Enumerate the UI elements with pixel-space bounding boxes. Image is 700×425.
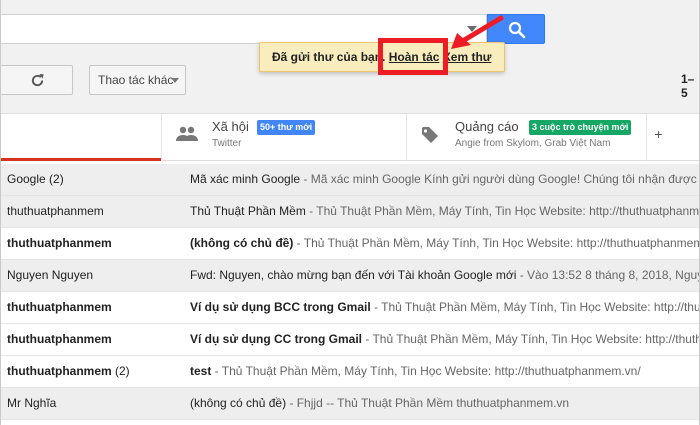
subject: (không có chủ đề): [190, 236, 294, 250]
tab-social-name: Xã hội: [212, 119, 249, 134]
email-list: Google (2) Mã xác minh Google - Mã xác m…: [1, 164, 700, 420]
snippet: - Thủ Thuật Phần Mềm, Máy Tính, Tin Học …: [305, 204, 700, 218]
sender: thuthuatphanmem: [7, 300, 112, 314]
table-row[interactable]: thuthuatphanmem (không có chủ đề) - Thủ …: [1, 228, 700, 260]
table-row[interactable]: Google (2) Mã xác minh Google - Mã xác m…: [1, 164, 699, 196]
more-actions-button[interactable]: Thao tác khác: [89, 65, 186, 95]
message-preview: test - Thủ Thuật Phần Mềm, Máy Tính, Tin…: [190, 364, 641, 378]
snippet: - Thủ Thuật Phần Mềm, Máy Tính, Tin Học …: [211, 364, 641, 378]
more-actions-label: Thao tác khác: [98, 73, 174, 87]
refresh-button[interactable]: [1, 65, 73, 95]
pager-range: 1–5: [681, 72, 695, 100]
sent-message: Đã gửi thư của bạn.: [272, 50, 386, 64]
message-preview: Thủ Thuật Phần Mềm - Thủ Thuật Phần Mềm,…: [190, 204, 700, 218]
subject: Fwd: Nguyen, chào mừng bạn đến với Tài k…: [190, 268, 517, 282]
sender: Nguyen Nguyen: [7, 268, 93, 282]
subject: test: [190, 364, 212, 378]
add-tab-button[interactable]: +: [646, 114, 670, 161]
sender-name: Nguyen Nguyen: [7, 268, 94, 282]
sender: thuthuatphanmem (2): [7, 364, 130, 378]
sender-name: thuthuatphanmem: [7, 364, 112, 378]
refresh-icon: [31, 73, 44, 87]
sender-name: Mr Nghĩa: [7, 396, 57, 410]
chevron-down-icon: [171, 78, 179, 83]
subject: Mã xác minh Google: [190, 172, 301, 186]
tab-promotions-badge: 3 cuộc trò chuyện mới: [529, 120, 632, 135]
table-row[interactable]: thuthuatphanmem Thủ Thuật Phần Mềm - Thủ…: [1, 196, 700, 228]
message-preview: Fwd: Nguyen, chào mừng bạn đến với Tài k…: [190, 268, 700, 282]
sender-name: thuthuatphanmem: [7, 300, 112, 314]
subject: Ví dụ sử dụng CC trong Gmail: [190, 332, 363, 346]
highlight-box: [378, 38, 448, 75]
sender: Mr Nghĩa: [7, 396, 56, 410]
sender: Google (2): [7, 172, 64, 186]
thread-count: (2): [49, 172, 64, 186]
subject: (không có chủ đề): [190, 396, 287, 410]
subject: Ví dụ sử dụng BCC trong Gmail: [190, 300, 371, 314]
sender-name: thuthuatphanmem: [7, 204, 104, 218]
search-options-icon[interactable]: [467, 26, 477, 32]
tab-social-sub: Twitter: [212, 138, 242, 149]
table-row[interactable]: Mr Nghĩa (không có chủ đề) - Fhjjd -- Th…: [1, 388, 699, 420]
snippet: - Thủ Thuật Phần Mềm, Máy Tính, Tin Học …: [293, 236, 700, 250]
message-preview: (không có chủ đề) - Thủ Thuật Phần Mềm, …: [190, 236, 700, 250]
gmail-window: Thao tác khác 1–5 Đã gửi thư của bạn. Ho…: [0, 0, 700, 425]
snippet: - Thủ Thuật Phần Mềm, Máy Tính, Tin Học …: [374, 300, 700, 314]
category-tabs: Xã hội 50+ thư mới Twitter Quảng cáo 3 c…: [1, 114, 699, 161]
tab-social[interactable]: Xã hội 50+ thư mới Twitter: [161, 114, 406, 161]
snippet: - Fhjjd -- Thủ Thuật Phần Mềm thuthuatph…: [286, 396, 570, 410]
thread-count: (2): [115, 364, 130, 378]
tab-primary[interactable]: [1, 114, 161, 161]
sender: thuthuatphanmem: [7, 332, 112, 346]
table-row[interactable]: thuthuatphanmem (2) test - Thủ Thuật Phầ…: [1, 356, 699, 388]
table-row[interactable]: thuthuatphanmem Ví dụ sử dụng CC trong G…: [1, 324, 699, 356]
snippet: - Thủ Thuật Phần Mềm, Máy Tính, Tin Học …: [365, 332, 699, 346]
people-icon: [176, 126, 198, 141]
subject: Thủ Thuật Phần Mềm: [190, 204, 306, 218]
message-preview: Ví dụ sử dụng CC trong Gmail - Thủ Thuật…: [190, 332, 699, 346]
sender: thuthuatphanmem: [7, 204, 104, 218]
message-preview: Ví dụ sử dụng BCC trong Gmail - Thủ Thuậ…: [190, 300, 700, 314]
search-button[interactable]: [487, 14, 545, 44]
search-icon: [508, 21, 526, 39]
snippet: - Mã xác minh Google Kính gửi người dùng…: [300, 172, 697, 186]
tab-social-badge: 50+ thư mới: [257, 120, 316, 135]
sender-name: thuthuatphanmem: [7, 236, 112, 250]
tab-promotions-name: Quảng cáo: [455, 119, 519, 134]
snippet: - Vào 13:52 8 tháng 8, 2018, Nguyen: [516, 268, 700, 282]
sender: thuthuatphanmem: [7, 236, 112, 250]
message-preview: Mã xác minh Google - Mã xác minh Google …: [190, 172, 697, 186]
tab-promotions-sub: Angie from Skylom, Grab Việt Nam: [455, 138, 611, 149]
table-row[interactable]: thuthuatphanmem Ví dụ sử dụng BCC trong …: [1, 292, 700, 324]
tag-icon: [422, 127, 438, 143]
message-preview: (không có chủ đề) - Fhjjd -- Thủ Thuật P…: [190, 396, 569, 410]
sender-name: Google: [7, 172, 46, 186]
sender-name: thuthuatphanmem: [7, 332, 112, 346]
tab-promotions[interactable]: Quảng cáo 3 cuộc trò chuyện mới Angie fr…: [406, 114, 646, 161]
table-row[interactable]: Nguyen Nguyen Fwd: Nguyen, chào mừng bạn…: [1, 260, 700, 292]
view-message-link[interactable]: Xem thư: [443, 50, 492, 64]
